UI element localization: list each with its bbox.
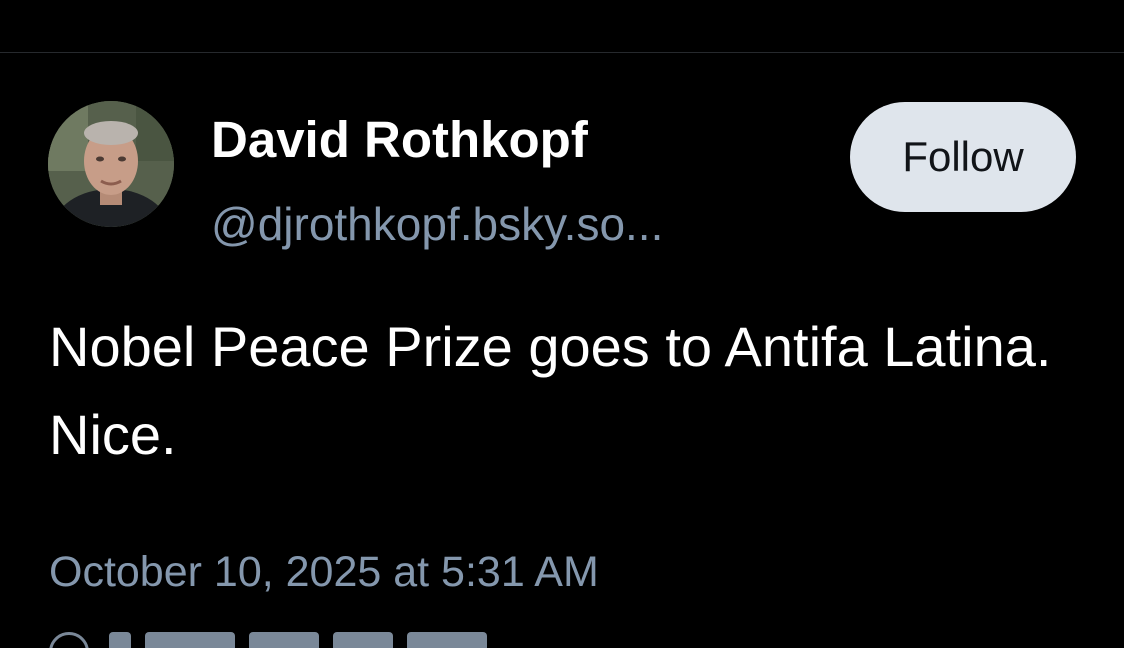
post-thread-item: David Rothkopf @djrothkopf.bsky.so... Fo…: [0, 53, 1124, 648]
reply-settings-text-cutoff: [109, 632, 487, 648]
avatar[interactable]: [48, 101, 174, 227]
reply-settings-row[interactable]: [49, 628, 569, 648]
author-display-name[interactable]: David Rothkopf: [211, 111, 588, 170]
post-timestamp[interactable]: October 10, 2025 at 5:31 AM: [49, 547, 599, 599]
avatar-image: [48, 101, 174, 227]
follow-button[interactable]: Follow: [850, 102, 1076, 212]
globe-icon: [49, 632, 89, 648]
author-handle[interactable]: @djrothkopf.bsky.so...: [211, 198, 663, 251]
top-bar: [0, 0, 1124, 53]
post-text: Nobel Peace Prize goes to Antifa Latina.…: [49, 315, 1052, 466]
